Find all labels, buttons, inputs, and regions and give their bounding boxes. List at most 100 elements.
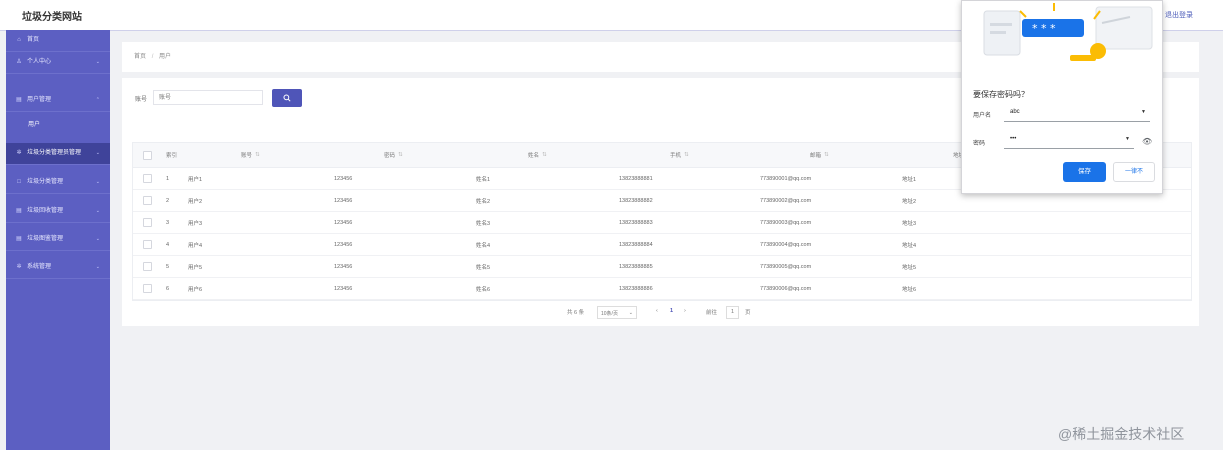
row-checkbox[interactable]: [143, 256, 152, 277]
cell-address: 地址2: [902, 198, 917, 205]
settings-icon: ✲: [16, 264, 22, 270]
sidebar-item-label: 首页: [27, 37, 40, 43]
search-label: 账号: [135, 97, 148, 103]
cell-password: 123456: [334, 219, 353, 226]
column-header-account[interactable]: 账号 ⇅: [241, 143, 260, 167]
column-header-phone[interactable]: 手机 ⇅: [670, 143, 689, 167]
column-header-password[interactable]: 密码 ⇅: [384, 143, 403, 167]
username-field[interactable]: abc ▼: [1004, 106, 1150, 122]
cell-phone: 13823888886: [619, 285, 653, 292]
sidebar-item-user-management[interactable]: ▤ 用户管理 ⌃: [6, 90, 110, 112]
sidebar-item-recycle-management[interactable]: ▤ 垃圾回收管理 ⌄: [6, 201, 110, 223]
cell-name: 姓名5: [476, 264, 491, 271]
folder-icon: □: [17, 179, 21, 185]
row-checkbox[interactable]: [143, 278, 152, 299]
sidebar-item-profile[interactable]: ♙ 个人中心 ⌄: [6, 52, 110, 74]
chevron-down-icon: ⌄: [95, 59, 100, 65]
never-save-button[interactable]: 一律不: [1113, 162, 1155, 182]
cell-account: 用户2: [188, 198, 203, 205]
cell-address: 地址6: [902, 286, 917, 293]
prev-page-button[interactable]: ‹: [656, 308, 658, 314]
column-header-email[interactable]: 邮箱 ⇅: [810, 143, 829, 167]
chevron-down-icon: ⌄: [628, 310, 633, 316]
search-input[interactable]: [153, 90, 263, 105]
cell-password: 123456: [334, 197, 353, 204]
chevron-down-icon: ⌄: [95, 264, 100, 270]
row-checkbox[interactable]: [143, 190, 152, 211]
cell-index: 2: [166, 197, 170, 204]
save-password-popup: * * * 要保存密码吗？ 用户名 abc ▼ 密码 ••• ▼ 👁 保存 一律…: [961, 0, 1163, 194]
page-number-current[interactable]: 1: [670, 308, 673, 314]
cell-index: 6: [166, 285, 170, 292]
page-size-value: 10条/页: [601, 311, 618, 317]
cell-phone: 13823888884: [619, 241, 653, 248]
users-icon: ▤: [16, 97, 22, 103]
table-row[interactable]: 5 用户5 123456 姓名5 13823888885 773890005@q…: [133, 256, 1191, 278]
sort-icon: ⇅: [684, 152, 689, 158]
search-button[interactable]: [272, 89, 302, 107]
select-all-checkbox[interactable]: [143, 143, 152, 167]
cell-email: 773890005@qq.com: [760, 263, 812, 270]
cell-address: 地址3: [902, 220, 917, 227]
sidebar-item-system-management[interactable]: ✲ 系统管理 ⌄: [6, 257, 110, 279]
cell-address: 地址5: [902, 264, 917, 271]
table-row[interactable]: 6 用户6 123456 姓名6 13823888886 773890006@q…: [133, 278, 1191, 300]
cell-password: 123456: [334, 263, 353, 270]
cell-index: 4: [166, 241, 170, 248]
chevron-up-icon: ⌃: [95, 97, 100, 103]
cell-account: 用户3: [188, 220, 203, 227]
sidebar-subitem-users[interactable]: 用户: [6, 115, 110, 136]
row-checkbox[interactable]: [143, 212, 152, 233]
cell-account: 用户5: [188, 264, 203, 271]
next-page-button[interactable]: ›: [684, 308, 686, 314]
cell-address: 地址4: [902, 242, 917, 249]
cell-password: 123456: [334, 241, 353, 248]
column-header-label: 账号: [241, 153, 253, 159]
sidebar-item-admin-management[interactable]: ✲ 垃圾分类管理员管理 ⌄: [6, 143, 110, 165]
cell-account: 用户4: [188, 242, 203, 249]
chevron-down-icon: ⌄: [95, 179, 100, 185]
page-size-select[interactable]: 10条/页 ⌄: [597, 306, 637, 319]
table-row[interactable]: 4 用户4 123456 姓名4 13823888884 773890004@q…: [133, 234, 1191, 256]
column-header-name[interactable]: 姓名 ⇅: [528, 143, 547, 167]
popup-title: 要保存密码吗？: [973, 90, 1029, 99]
goto-page-input[interactable]: 1: [726, 306, 739, 319]
column-header-label: 手机: [670, 153, 682, 159]
watermark: @稀土掘金技术社区: [1058, 426, 1185, 442]
breadcrumb-separator: /: [151, 54, 154, 60]
logout-link[interactable]: 退出登录: [1165, 10, 1193, 20]
chevron-down-icon: ⌄: [95, 150, 100, 156]
pagination-total: 共 6 条: [567, 310, 585, 316]
sidebar-item-label: 系统管理: [27, 264, 52, 270]
sidebar-item-label: 垃圾分类管理: [27, 179, 64, 185]
cell-name: 姓名3: [476, 220, 491, 227]
password-field[interactable]: ••• ▼: [1004, 133, 1134, 149]
show-password-icon[interactable]: 👁: [1142, 137, 1152, 146]
sidebar-item-guide-management[interactable]: ▤ 垃圾图鉴管理 ⌄: [6, 229, 110, 251]
cell-password: 123456: [334, 175, 353, 182]
chevron-down-icon: ⌄: [95, 236, 100, 242]
cell-email: 773890003@qq.com: [760, 219, 812, 226]
sidebar-item-category-management[interactable]: □ 垃圾分类管理 ⌄: [6, 172, 110, 194]
row-checkbox[interactable]: [143, 168, 152, 189]
cell-password: 123456: [334, 285, 353, 292]
cell-index: 3: [166, 219, 170, 226]
cell-phone: 13823888883: [619, 219, 653, 226]
save-password-button[interactable]: 保存: [1063, 162, 1106, 182]
breadcrumb-current: 用户: [159, 54, 172, 60]
chevron-down-icon: ⌄: [95, 208, 100, 214]
cell-account: 用户6: [188, 286, 203, 293]
user-icon: ♙: [16, 59, 22, 65]
breadcrumb-home[interactable]: 首页: [134, 54, 146, 60]
gear-icon: ✲: [16, 150, 22, 156]
sidebar-item-label: 用户管理: [27, 97, 52, 103]
column-header-label: 邮箱: [810, 153, 822, 159]
cell-email: 773890001@qq.com: [760, 175, 812, 182]
sidebar-item-home[interactable]: ⌂ 首页: [6, 30, 110, 52]
password-illustration: * * *: [962, 1, 1162, 83]
row-checkbox[interactable]: [143, 234, 152, 255]
column-header-label: 密码: [384, 153, 396, 159]
username-value: abc: [1010, 109, 1020, 115]
cell-index: 1: [166, 175, 170, 182]
table-row[interactable]: 3 用户3 123456 姓名3 13823888883 773890003@q…: [133, 212, 1191, 234]
